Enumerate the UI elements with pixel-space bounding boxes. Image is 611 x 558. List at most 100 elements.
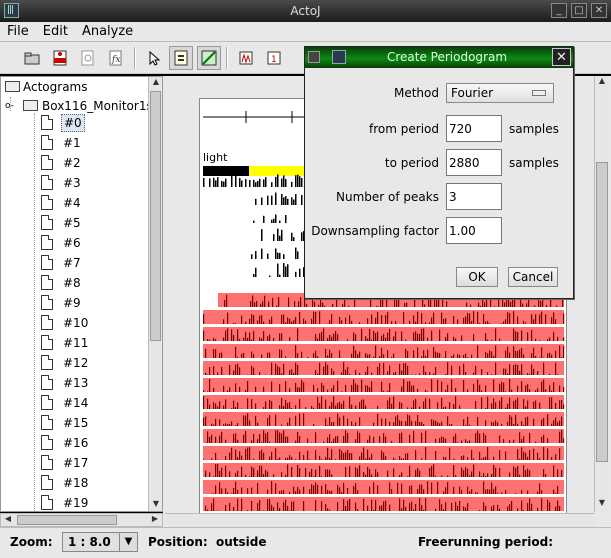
activity-bar [205,505,207,511]
activity-bar [543,434,545,443]
number-of-peaks-input[interactable]: 3 [446,183,502,210]
function-icon[interactable]: fx [104,46,128,70]
activity-bar [550,298,552,307]
magnifier-icon[interactable] [76,46,100,70]
calendar-icon[interactable]: 1 [262,46,286,70]
activity-bar [261,229,263,241]
cancel-button[interactable]: Cancel [508,267,558,287]
open-folder-icon[interactable] [20,46,44,70]
activity-bar [353,425,355,426]
activity-bar [285,356,287,358]
activity-bar [533,319,535,324]
activity-bar [527,332,529,341]
menu-edit[interactable]: Edit [36,22,75,39]
activity-bar [493,422,495,426]
activity-bar [341,320,343,324]
activity-bar [335,459,337,460]
scroll-down-icon[interactable]: ▼ [150,499,162,508]
activity-bar [423,365,425,375]
maximize-button[interactable]: □ [571,3,587,18]
from-period-unit: samples [509,122,559,136]
scroll-right-icon[interactable]: ▶ [149,514,161,523]
pdf-export-icon[interactable] [48,46,72,70]
activity-bar [375,469,377,477]
window-menu-icon[interactable] [308,51,320,63]
scroll-thumb[interactable] [596,162,608,462]
activity-bar [295,459,297,460]
downsampling-factor-label: Downsampling factor [311,224,439,238]
activity-bar [376,305,378,307]
menu-file[interactable]: File [0,22,36,39]
chart-select-icon[interactable] [197,46,221,70]
scroll-thumb[interactable] [17,515,117,525]
scroll-up-icon[interactable]: ▲ [596,76,608,85]
activity-bar [519,458,521,460]
activity-bar [365,405,367,409]
scroll-down-icon[interactable]: ▼ [596,498,608,507]
activity-bar [451,356,453,358]
activity-bar [249,476,251,477]
activity-bar [535,338,537,341]
scroll-left-icon[interactable]: ◀ [2,514,14,523]
tree-vertical-scrollbar[interactable]: ▲ ▼ [148,77,162,511]
zoom-select[interactable]: 1 : 8.0 ▼ [62,532,138,552]
pointer-icon[interactable] [142,46,166,70]
activity-bar [435,438,437,443]
activity-bar [223,337,225,341]
activity-bar [393,468,395,477]
activity-bar [522,303,524,307]
activity-bar [379,363,381,375]
scroll-up-icon[interactable]: ▲ [150,77,162,86]
ok-button[interactable]: OK [456,267,498,287]
activity-bar [507,421,509,426]
activity-bar [289,417,291,426]
close-button[interactable]: ✕ [591,3,607,18]
chevron-down-icon[interactable]: ▼ [119,533,137,551]
activity-bar [264,295,266,307]
close-icon[interactable]: ✕ [552,48,571,66]
scroll-thumb[interactable] [150,91,161,341]
activity-bar [389,504,391,511]
minimize-button[interactable]: _ [551,3,567,18]
tree-horizontal-scrollbar[interactable]: ◀ ▶ [0,513,163,527]
document-select-icon[interactable] [169,46,193,70]
activity-bar [535,356,537,358]
from-period-input[interactable]: 720 [446,115,502,142]
activity-bar [493,489,495,494]
actogram-vertical-scrollbar[interactable]: ▲ ▼ [594,76,609,512]
activity-bar [203,330,205,341]
downsampling-factor-input[interactable]: 1.00 [446,217,502,244]
svg-text:1: 1 [271,55,277,65]
tree-item-label: #8 [63,276,81,290]
activity-bar [379,356,381,358]
activity-bar [367,439,369,443]
activity-bar [319,362,321,375]
activity-bar [347,433,349,443]
activity-bar [357,384,359,392]
activity-bar [387,470,389,477]
activity-bar [545,389,547,392]
activity-bar [325,399,327,409]
activity-bar [531,329,533,341]
activity-bar [217,406,219,409]
activity-bar [291,467,293,477]
activity-bar [285,436,287,443]
activity-bar [313,476,315,477]
expand-toggle-icon[interactable]: o- [5,96,14,116]
activity-bar [279,384,281,392]
activity-bar [311,484,313,494]
activity-bar [291,181,293,187]
activity-bar [341,391,343,392]
to-period-label: to period [384,156,439,170]
number-of-peaks-label: Number of peaks [336,190,439,204]
activity-bar [329,491,331,494]
activity-bar [312,298,314,307]
periodogram-icon[interactable] [234,46,258,70]
activity-bar [489,459,491,460]
to-period-input[interactable]: 2880 [446,149,502,176]
activity-bar [481,369,483,375]
menu-analyze[interactable]: Analyze [75,22,140,39]
method-select[interactable]: Fourier [446,83,554,103]
activity-bar [377,485,379,494]
actogram-horizontal-scrollbar[interactable] [165,513,595,527]
